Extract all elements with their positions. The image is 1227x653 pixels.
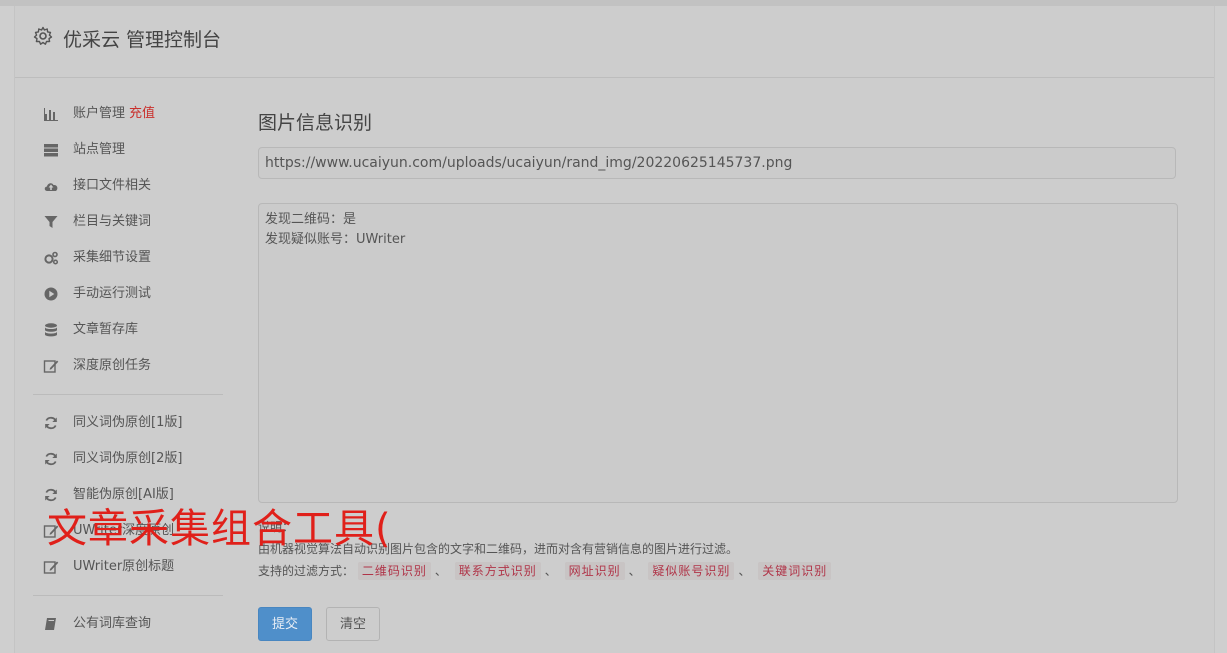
- sidebar-item-text: 账户管理: [73, 106, 126, 121]
- sidebar-item[interactable]: 手动运行测试: [33, 276, 223, 312]
- sidebar-item-label: 站点管理: [73, 132, 125, 168]
- submit-button[interactable]: 提交: [258, 607, 312, 641]
- sidebar-item[interactable]: 站点管理: [33, 132, 223, 168]
- sidebar-item-text: 接口文件相关: [73, 178, 152, 193]
- recharge-link[interactable]: 充值: [129, 106, 155, 121]
- sidebar-item[interactable]: 采集细节设置: [33, 240, 223, 276]
- gear-icon: [33, 26, 53, 45]
- sidebar-item-label: 手动运行测试: [73, 276, 151, 312]
- bar-chart-icon: [44, 108, 58, 121]
- sidebar-item-text: 同义词伪原创[2版]: [73, 451, 183, 466]
- sidebar-divider: [33, 595, 223, 596]
- result-line: 发现疑似账号：UWriter: [265, 232, 406, 247]
- result-line: 发现二维码：是: [265, 212, 357, 227]
- filter-tag: 关键词识别: [758, 562, 832, 580]
- sidebar-divider: [33, 394, 223, 395]
- book-icon: [45, 618, 56, 630]
- sidebar-item[interactable]: 文章暂存库: [33, 312, 223, 348]
- console-title: 优采云 管理控制台: [63, 29, 222, 51]
- sidebar-item[interactable]: 同义词伪原创[2版]: [33, 441, 223, 477]
- clear-button[interactable]: 清空: [326, 607, 380, 641]
- filter-separator: 、: [544, 564, 557, 578]
- sidebar-item-label: 公有词库查询: [73, 606, 151, 642]
- sidebar-item-text: 同义词伪原创[1版]: [73, 415, 183, 430]
- sidebar-group-rewrite: 同义词伪原创[1版] 同义词伪原创[2版] 智能伪原创[AI版] UWriter深度原…: [33, 405, 223, 585]
- sidebar-item-text: 公有词库查询: [73, 616, 152, 631]
- watermark-overlay: 文章采集组合工具(: [47, 506, 392, 552]
- cogs-icon: [44, 251, 59, 265]
- filter-tag: 二维码识别: [357, 562, 431, 580]
- edit-icon: [43, 561, 59, 574]
- sidebar-item-label: 栏目与关键词: [73, 204, 151, 240]
- description-label: 说明：: [258, 520, 295, 534]
- sidebar-item-text: 手动运行测试: [73, 286, 152, 301]
- sidebar-item-text: 站点管理: [73, 142, 126, 157]
- sidebar-item-label: 账户管理 充值: [73, 96, 155, 132]
- console-panel: 优采云 管理控制台 账户管理 充值站点管理接口文件相关 栏目与关键词 采集细节设置 手动…: [14, 6, 1215, 653]
- description: 说明： 由机器视觉算法自动识别图片包含的文字和二维码，进而对含有营销信息的图片进…: [258, 516, 1178, 582]
- cloud-upload-icon: [44, 183, 58, 191]
- sidebar-item-label: 文章暂存库: [73, 312, 138, 348]
- filter-methods: 支持的过滤方式： 二维码识别、 联系方式识别、 网址识别、 疑似账号识别、 关键…: [258, 560, 1178, 582]
- sidebar-item-label: 采集细节设置: [73, 240, 151, 276]
- sidebar-item[interactable]: 接口文件相关: [33, 168, 223, 204]
- filter-tag: 联系方式识别: [454, 562, 541, 580]
- filter-separator: 、: [628, 564, 641, 578]
- database-icon: [45, 323, 57, 337]
- filter-tag: 网址识别: [564, 562, 625, 580]
- sidebar-item[interactable]: 公有词库查询: [33, 606, 223, 642]
- sidebar-item-label: UWriter原创标题: [73, 549, 174, 585]
- sidebar-item[interactable]: 栏目与关键词: [33, 204, 223, 240]
- filter-separator: 、: [738, 564, 751, 578]
- sidebar-item[interactable]: 同义词伪原创[1版]: [33, 405, 223, 441]
- play-circle-icon: [44, 287, 58, 301]
- result-textarea[interactable]: 发现二维码：是 发现疑似账号：UWriter: [258, 203, 1178, 503]
- description-text: 由机器视觉算法自动识别图片包含的文字和二维码，进而对含有营销信息的图片进行过滤。: [258, 542, 739, 556]
- sidebar-item-text: 采集细节设置: [73, 250, 152, 265]
- sidebar-item-label: 接口文件相关: [73, 168, 151, 204]
- sidebar-item[interactable]: 账户管理 充值: [33, 96, 223, 132]
- sidebar-item[interactable]: 深度原创任务: [33, 348, 223, 384]
- console-header: 优采云 管理控制台: [15, 6, 1214, 78]
- sidebar-item-label: 同义词伪原创[1版]: [73, 405, 182, 441]
- sidebar-item-text: 文章暂存库: [73, 322, 139, 337]
- refresh-icon: [45, 416, 57, 430]
- sidebar-item-text: 栏目与关键词: [73, 214, 152, 229]
- sidebar-group-main: 账户管理 充值站点管理接口文件相关 栏目与关键词 采集细节设置 手动运行测试 文章暂存库深…: [33, 96, 223, 384]
- sidebar: 账户管理 充值站点管理接口文件相关 栏目与关键词 采集细节设置 手动运行测试 文章暂存库深…: [33, 96, 223, 642]
- filter-prefix: 支持的过滤方式：: [258, 564, 355, 578]
- sidebar-item[interactable]: UWriter原创标题: [33, 549, 223, 585]
- image-url-input[interactable]: [258, 147, 1176, 179]
- sidebar-item-text: 深度原创任务: [73, 358, 152, 373]
- edit-icon: [43, 360, 59, 373]
- filter-separator: 、: [434, 564, 447, 578]
- filter-tag: 疑似账号识别: [648, 562, 735, 580]
- sidebar-group-lexicon: 公有词库查询: [33, 606, 223, 642]
- sidebar-item-text: UWriter原创标题: [73, 559, 175, 574]
- refresh-icon: [45, 452, 57, 466]
- sidebar-item-label: 同义词伪原创[2版]: [73, 441, 182, 477]
- server-icon: [44, 144, 58, 157]
- filter-icon: [44, 216, 58, 228]
- sidebar-item-label: 深度原创任务: [73, 348, 151, 384]
- page-title: 图片信息识别: [258, 112, 373, 134]
